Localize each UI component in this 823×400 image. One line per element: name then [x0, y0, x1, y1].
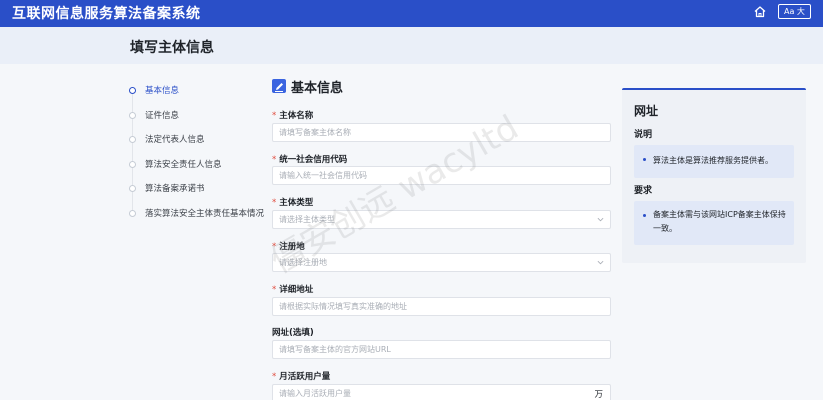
monthly-active-users-field[interactable]: 万 — [272, 384, 611, 400]
credit-code-input[interactable] — [279, 167, 579, 184]
field-label-entity-type: * 主体类型 — [272, 198, 314, 208]
requirement-heading: 要求 — [634, 186, 653, 196]
chevron-down-icon — [597, 260, 604, 265]
field-label-entity-name: * 主体名称 — [272, 111, 314, 121]
step-label: 算法备案承诺书 — [145, 184, 205, 194]
page-title: 填写主体信息 — [130, 40, 214, 56]
chevron-down-icon — [597, 217, 604, 222]
required-mark: * — [272, 111, 277, 121]
step-label: 落实算法安全主体责任基本情况 — [145, 209, 265, 219]
required-mark: * — [272, 285, 277, 295]
registered-place-select[interactable] — [272, 253, 611, 272]
step-connector-line — [132, 92, 133, 216]
credit-code-field[interactable] — [272, 166, 611, 185]
home-icon[interactable] — [752, 4, 768, 20]
step-label: 证件信息 — [145, 111, 180, 121]
step-label: 法定代表人信息 — [145, 135, 205, 145]
registered-place-input[interactable] — [279, 254, 579, 271]
bullet-dot — [643, 158, 646, 161]
website-field[interactable] — [272, 340, 611, 359]
detailed-address-field[interactable] — [272, 297, 611, 316]
entity-name-field[interactable] — [272, 123, 611, 142]
field-label-credit-code: * 统一社会信用代码 — [272, 155, 348, 165]
field-label-registered-place: * 注册地 — [272, 242, 305, 252]
entity-type-input[interactable] — [279, 211, 579, 228]
help-panel: 网址 说明 算法主体是算法推荐服务提供者。 要求 备案主体需与该网站ICP备案主… — [622, 88, 806, 263]
panel-title: 网址 — [634, 104, 659, 118]
detailed-address-input[interactable] — [279, 298, 579, 315]
app-title: 互联网信息服务算法备案系统 — [12, 6, 201, 22]
edit-icon — [272, 79, 286, 93]
step-label: 基本信息 — [145, 86, 180, 96]
required-mark: * — [272, 372, 277, 382]
required-mark: * — [272, 242, 277, 252]
entity-name-input[interactable] — [279, 124, 579, 141]
requirement-text: 备案主体需与该网站ICP备案主体保持一致。 — [653, 210, 786, 233]
entity-type-select[interactable] — [272, 210, 611, 229]
description-text: 算法主体是算法推荐服务提供者。 — [653, 156, 773, 165]
website-input[interactable] — [279, 341, 579, 358]
required-mark: * — [272, 155, 277, 165]
step-dot — [129, 136, 136, 143]
requirement-note: 备案主体需与该网站ICP备案主体保持一致。 — [634, 201, 794, 245]
monthly-active-users-input[interactable] — [279, 385, 579, 400]
top-bar: 互联网信息服务算法备案系统 Aa 大 — [0, 0, 823, 27]
description-heading: 说明 — [634, 130, 653, 140]
section-title: 基本信息 — [291, 81, 344, 96]
field-label-website: 网址(选填) — [272, 328, 314, 338]
page-header: 填写主体信息 — [0, 27, 823, 64]
bullet-dot — [643, 214, 646, 217]
description-note: 算法主体是算法推荐服务提供者。 — [634, 145, 794, 178]
font-size-toggle-button[interactable]: Aa 大 — [778, 4, 811, 19]
step-dot — [129, 161, 136, 168]
required-mark: * — [272, 198, 277, 208]
step-dot — [129, 210, 136, 217]
step-dot — [129, 112, 136, 119]
field-label-detailed-address: * 详细地址 — [272, 285, 314, 295]
step-label: 算法安全责任人信息 — [145, 160, 222, 170]
step-dot — [129, 185, 136, 192]
unit-suffix: 万 — [594, 390, 603, 400]
step-dot — [129, 87, 136, 94]
field-label-monthly-active-users: * 月活跃用户量 — [272, 372, 331, 382]
